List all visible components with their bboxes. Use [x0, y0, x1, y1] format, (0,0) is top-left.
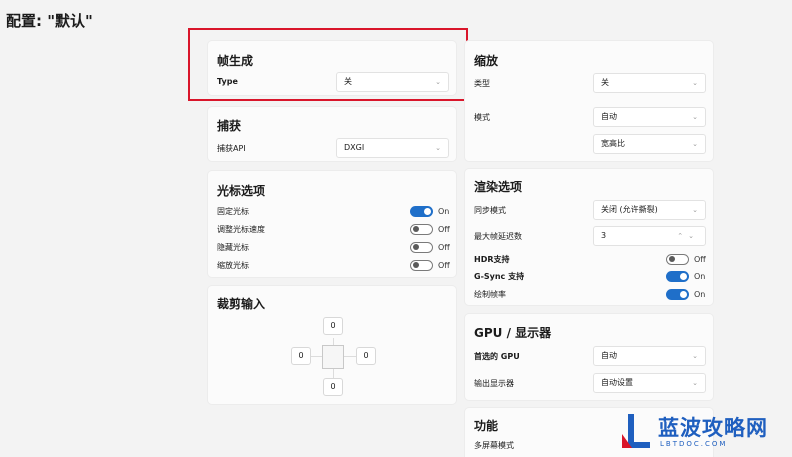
crop-right-input[interactable]: 0	[356, 347, 376, 365]
capture-api-select[interactable]: DXGI ⌄	[336, 138, 449, 158]
chevron-down-icon: ⌄	[692, 206, 698, 214]
spin-arrows-icon[interactable]: ⌃⌄	[677, 227, 699, 245]
toggle-state: On	[694, 271, 706, 281]
render-card: 渲染选项 同步模式 关闭 (允许撕裂) ⌄ 最大帧延迟数 3 ⌃⌄ HDR支持 …	[464, 168, 714, 306]
render-toggle[interactable]: On	[666, 270, 705, 282]
scale-mode-label: 模式	[474, 113, 490, 122]
render-toggle[interactable]: On	[666, 288, 705, 300]
gpu-value: 自动	[601, 351, 617, 360]
display-label: 输出显示器	[474, 379, 514, 388]
capture-api-label: 捕获API	[217, 144, 246, 153]
render-toggle-label: 绘制帧率	[474, 290, 506, 299]
vsync-select[interactable]: 关闭 (允许撕裂) ⌄	[593, 200, 706, 220]
max-frames-value: 3	[601, 231, 607, 240]
crop-preview	[322, 345, 344, 369]
chevron-down-icon: ⌄	[692, 379, 698, 387]
display-select[interactable]: 自动设置 ⌄	[593, 373, 706, 393]
render-toggle-label: G-Sync 支持	[474, 272, 525, 281]
watermark-text: 蓝波攻略网	[658, 416, 768, 440]
toggle-state: On	[438, 206, 450, 216]
crop-title: 裁剪输入	[217, 297, 266, 311]
scale-title: 缩放	[474, 54, 499, 68]
gpu-title: GPU / 显示器	[474, 326, 552, 340]
scale-mode-select[interactable]: 自动 ⌄	[593, 107, 706, 127]
render-toggle[interactable]: Off	[666, 253, 706, 265]
chevron-down-icon: ⌄	[692, 352, 698, 360]
toggle-state: Off	[694, 254, 706, 264]
capture-title: 捕获	[217, 119, 242, 133]
cursor-card: 光标选项 固定光标 On 调整光标速度 Off 隐藏光标 Off 缩放光标 Of…	[207, 170, 457, 278]
scale-card: 缩放 类型 关 ⌄ 模式 自动 ⌄ 宽高比 ⌄	[464, 40, 714, 162]
cursor-toggle[interactable]: Off	[410, 241, 450, 253]
gpu-card: GPU / 显示器 首选的 GPU 自动 ⌄ 输出显示器 自动设置 ⌄	[464, 313, 714, 401]
watermark: 蓝波攻略网 LBTDOC.COM	[616, 410, 792, 457]
cursor-toggle[interactable]: Off	[410, 223, 450, 235]
gpu-label: 首选的 GPU	[474, 352, 520, 361]
scale-type-select[interactable]: 关 ⌄	[593, 73, 706, 93]
scale-aspect-value: 宽高比	[601, 139, 625, 148]
capture-card: 捕获 捕获API DXGI ⌄	[207, 106, 457, 162]
toggle-switch[interactable]	[666, 270, 689, 282]
toggle-switch[interactable]	[410, 205, 433, 217]
toggle-switch[interactable]	[666, 288, 689, 300]
watermark-sub: LBTDOC.COM	[660, 440, 728, 448]
chevron-down-icon: ⌄	[692, 140, 698, 148]
scale-mode-value: 自动	[601, 112, 617, 121]
gpu-select[interactable]: 自动 ⌄	[593, 346, 706, 366]
chevron-down-icon: ⌄	[692, 79, 698, 87]
max-frames-label: 最大帧延迟数	[474, 232, 522, 241]
page-title: 配置: "默认"	[6, 12, 93, 30]
max-frames-stepper[interactable]: 3 ⌃⌄	[593, 226, 706, 246]
scale-type-label: 类型	[474, 79, 490, 88]
capture-api-value: DXGI	[344, 143, 365, 152]
chevron-down-icon: ⌄	[435, 144, 441, 152]
vsync-value: 关闭 (允许撕裂)	[601, 205, 658, 214]
cursor-item-label: 调整光标速度	[217, 225, 265, 234]
cursor-item-label: 固定光标	[217, 207, 249, 216]
scale-type-value: 关	[601, 78, 609, 87]
crop-bottom-input[interactable]: 0	[323, 378, 343, 396]
chevron-down-icon: ⌄	[692, 113, 698, 121]
features-title: 功能	[474, 419, 499, 433]
toggle-switch[interactable]	[410, 259, 433, 271]
toggle-switch[interactable]	[410, 241, 433, 253]
cursor-toggle[interactable]: Off	[410, 259, 450, 271]
render-title: 渲染选项	[474, 180, 523, 194]
toggle-switch[interactable]	[666, 253, 689, 265]
cursor-toggle[interactable]: On	[410, 205, 449, 217]
display-value: 自动设置	[601, 378, 633, 387]
vsync-label: 同步模式	[474, 206, 506, 215]
cursor-title: 光标选项	[217, 184, 266, 198]
crop-left-input[interactable]: 0	[291, 347, 311, 365]
toggle-state: Off	[438, 224, 450, 234]
scale-aspect-select[interactable]: 宽高比 ⌄	[593, 134, 706, 154]
toggle-switch[interactable]	[410, 223, 433, 235]
render-toggle-label: HDR支持	[474, 255, 510, 264]
crop-card: 裁剪输入 0 0 0 0	[207, 285, 457, 405]
toggle-state: Off	[438, 260, 450, 270]
cursor-item-label: 缩放光标	[217, 261, 249, 270]
crop-top-input[interactable]: 0	[323, 317, 343, 335]
watermark-logo-icon	[622, 414, 650, 448]
toggle-state: On	[694, 289, 706, 299]
highlight-box	[188, 28, 468, 101]
multiscreen-label: 多屏幕模式	[474, 441, 514, 450]
cursor-item-label: 隐藏光标	[217, 243, 249, 252]
toggle-state: Off	[438, 242, 450, 252]
